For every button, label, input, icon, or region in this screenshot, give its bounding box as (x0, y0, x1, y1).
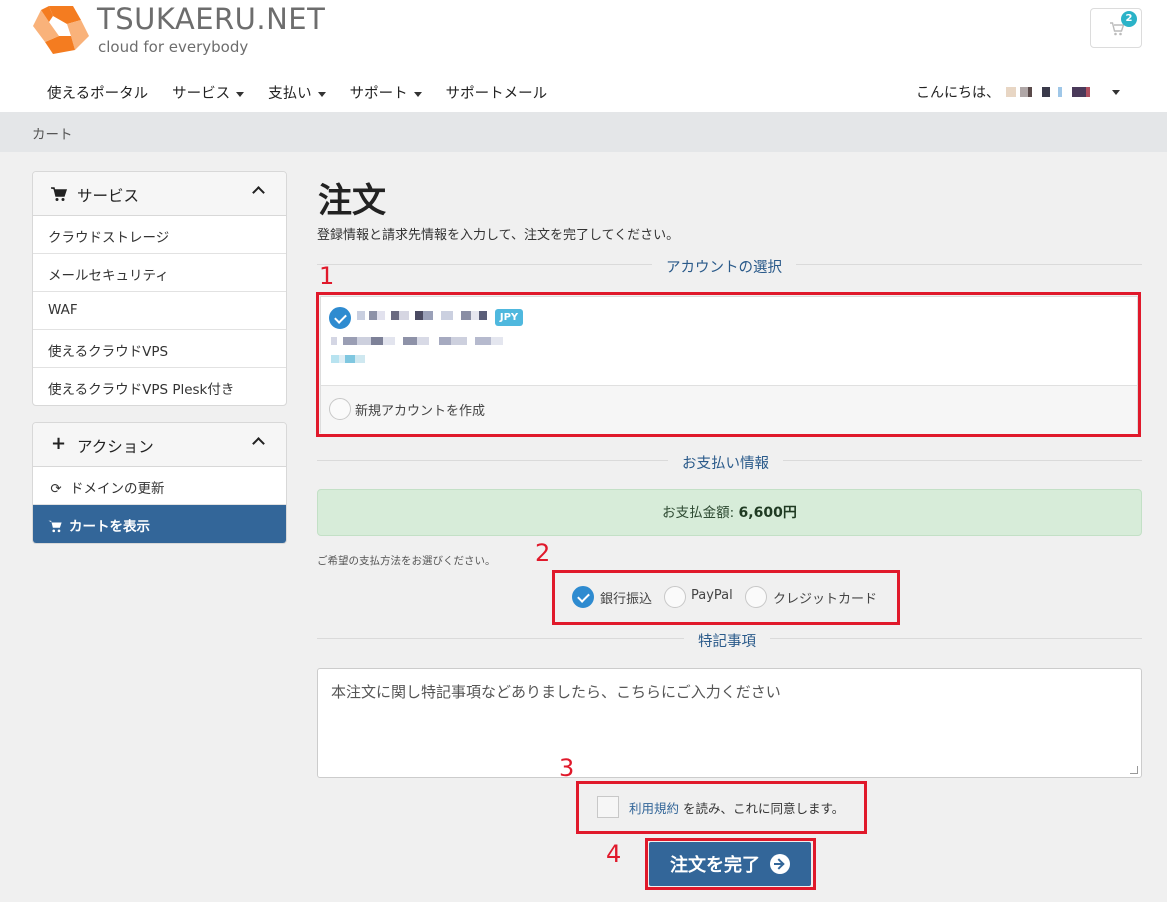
masked-username (1006, 87, 1106, 97)
nav-support-label: サポート (349, 86, 408, 102)
notes-textarea[interactable]: 本注文に関し特記事項などありましたら、こちらにご入力ください (317, 668, 1142, 778)
services-panel-title: サービス (77, 187, 140, 205)
plus-icon: + (51, 433, 67, 454)
annotation-box-4 (645, 838, 816, 890)
nav-support-mail[interactable]: サポートメール (434, 78, 560, 106)
amount-value: 6,600円 (738, 505, 797, 521)
greeting-text: こんにちは、 (916, 85, 1000, 101)
actions-panel-header[interactable]: + アクション (33, 423, 286, 467)
payment-method-hint: ご希望の支払方法をお選びください。 (317, 555, 496, 567)
annotation-number-3: 3 (559, 754, 575, 782)
sidebar-item-waf[interactable]: WAF (33, 292, 286, 330)
nav-support[interactable]: サポート (338, 78, 434, 106)
main-nav: 使えるポータル サービス 支払い サポート サポートメール (35, 78, 559, 106)
sidebar-item-view-cart[interactable]: カートを表示 (33, 505, 286, 543)
sidebar-actions-panel: + アクション ⟳ ドメインの更新 カートを表示 (32, 422, 287, 544)
chevron-up-icon[interactable] (252, 437, 265, 450)
sidebar-item-domain-renewal[interactable]: ⟳ ドメインの更新 (33, 467, 286, 505)
services-panel-header[interactable]: サービス (33, 172, 286, 216)
nav-support-mail-label: サポートメール (445, 86, 548, 102)
resize-handle-icon[interactable] (1130, 766, 1138, 774)
breadcrumb-current: カート (32, 127, 73, 143)
caret-down-icon (236, 91, 245, 97)
annotation-box-2 (552, 570, 900, 625)
page-title: 注文 (318, 181, 386, 221)
payment-amount-box: お支払金額: 6,600円 (317, 489, 1142, 536)
caret-down-icon (413, 91, 422, 97)
breadcrumb: カート (0, 112, 1167, 152)
site-header: TSUKAERU.NET cloud for everybody 2 使えるポー… (0, 0, 1167, 112)
cart-count-badge: 2 (1121, 11, 1137, 27)
cart-icon (48, 520, 62, 533)
sidebar-services-panel: サービス クラウドストレージ メールセキュリティ WAF 使えるクラウドVPS … (32, 171, 287, 406)
user-menu[interactable]: こんにちは、 (916, 82, 1120, 102)
caret-down-icon (317, 91, 326, 97)
refresh-icon: ⟳ (50, 481, 62, 497)
nav-portal[interactable]: 使えるポータル (35, 78, 160, 106)
page-subtitle: 登録情報と請求先情報を入力して、注文を完了してください。 (317, 228, 680, 243)
chevron-up-icon[interactable] (252, 186, 265, 199)
annotation-box-1 (316, 292, 1141, 437)
sidebar-item-mail-security[interactable]: メールセキュリティ (33, 254, 286, 292)
brand-title[interactable]: TSUKAERU.NET (97, 2, 325, 36)
sidebar-item-cloud-vps-plesk[interactable]: 使えるクラウドVPS Plesk付き (33, 368, 286, 405)
payment-section-title: お支払い情報 (668, 452, 783, 473)
actions-panel-title: アクション (77, 438, 154, 456)
sidebar-item-cloud-storage[interactable]: クラウドストレージ (33, 216, 286, 254)
brand-logo-icon[interactable] (31, 2, 91, 57)
annotation-box-3 (576, 781, 867, 834)
notes-section-title: 特記事項 (684, 630, 770, 651)
annotation-number-1: 1 (319, 262, 335, 290)
annotation-number-4: 4 (606, 840, 622, 868)
header-cart-button[interactable]: 2 (1090, 8, 1142, 48)
nav-services-label: サービス (172, 86, 231, 102)
nav-portal-label: 使えるポータル (47, 86, 149, 102)
account-section-title: アカウントの選択 (652, 256, 796, 277)
amount-label: お支払金額: (662, 505, 735, 521)
notes-placeholder: 本注文に関し特記事項などありましたら、こちらにご入力ください (331, 683, 781, 701)
view-cart-label: カートを表示 (69, 519, 150, 535)
nav-payments[interactable]: 支払い (256, 78, 338, 106)
annotation-number-2: 2 (535, 539, 551, 567)
domain-renewal-label: ドメインの更新 (70, 481, 165, 497)
cart-icon (51, 187, 67, 201)
caret-down-icon (1112, 89, 1120, 95)
brand-subtitle: cloud for everybody (98, 38, 249, 56)
nav-services[interactable]: サービス (160, 78, 256, 106)
nav-payments-label: 支払い (268, 86, 312, 102)
sidebar-item-cloud-vps[interactable]: 使えるクラウドVPS (33, 330, 286, 368)
